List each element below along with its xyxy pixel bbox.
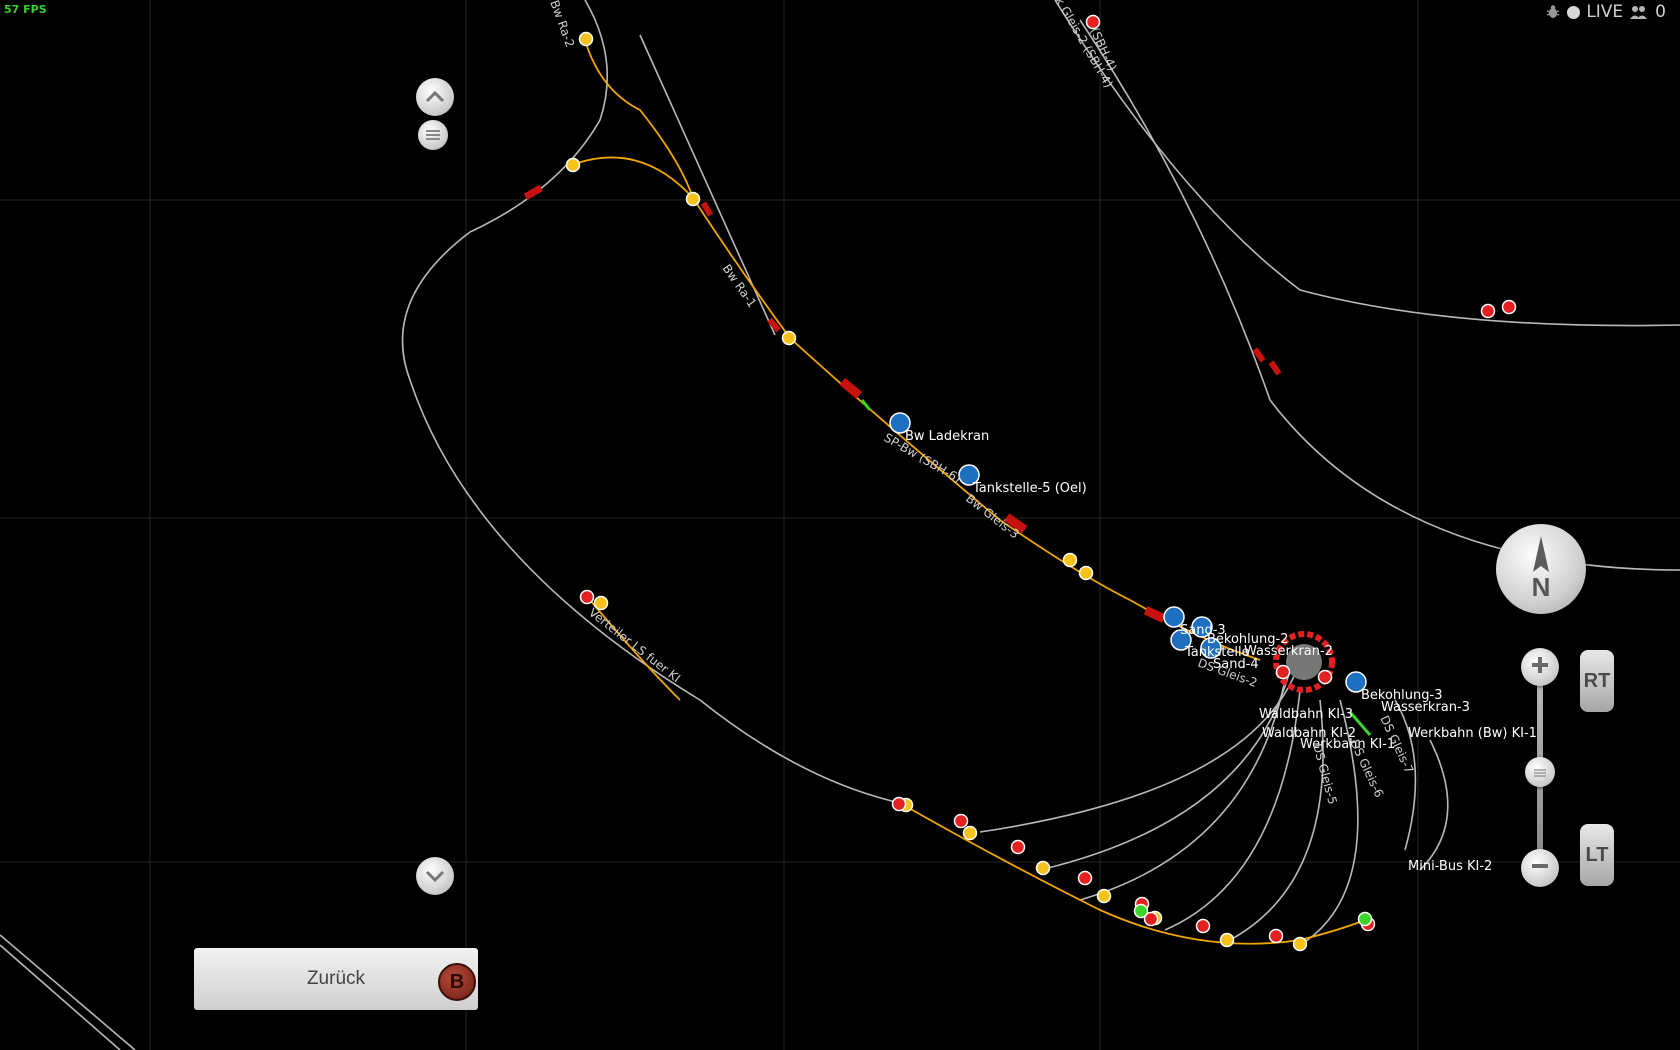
label-tankstelle-5: Tankstelle-5 (Oel) xyxy=(972,481,1087,496)
players-icon xyxy=(1629,4,1649,20)
tracks xyxy=(0,0,1680,1050)
compass[interactable]: N xyxy=(1496,524,1586,614)
green-signals[interactable] xyxy=(1133,903,1373,927)
live-status-bar: LIVE 0 xyxy=(1545,2,1666,22)
minus-icon xyxy=(1530,856,1550,880)
label-wasserkran-3: Wasserkran-3 xyxy=(1381,700,1470,715)
back-button[interactable]: Zurück B xyxy=(194,948,478,1010)
label-werkbahn-bw-ki1: Werkbahn (Bw) KI-1 xyxy=(1408,726,1537,741)
menu-button[interactable] xyxy=(418,120,448,150)
scroll-up-button[interactable] xyxy=(416,78,454,116)
yellow-signals[interactable] xyxy=(565,31,1308,952)
label-waldbahn-ki3: Waldbahn KI-3 xyxy=(1259,707,1353,722)
grip-icon xyxy=(1533,763,1547,782)
rt-trigger-button[interactable]: RT xyxy=(1580,650,1614,712)
player-count: 0 xyxy=(1655,2,1666,22)
map-grid xyxy=(0,0,1680,1050)
chevron-down-icon xyxy=(425,867,445,886)
scroll-down-button[interactable] xyxy=(416,857,454,895)
label-bw-ladekran: Bw Ladekran xyxy=(905,429,989,444)
green-track-2 xyxy=(860,399,872,411)
track-map[interactable]: Bw Ladekran Tankstelle-5 (Oel) Sand-3 Be… xyxy=(0,0,1680,1050)
trains xyxy=(523,184,1282,623)
compass-needle-icon xyxy=(1531,535,1551,576)
lt-trigger-button[interactable]: LT xyxy=(1580,824,1614,886)
plus-icon xyxy=(1530,655,1550,679)
zoom-slider-thumb[interactable] xyxy=(1525,757,1555,787)
zoom-in-button[interactable] xyxy=(1521,648,1559,686)
track-label-bw-ra-2: Bw Ra-2 xyxy=(547,0,577,49)
label-mini-bus-ki2: Mini-Bus KI-2 xyxy=(1408,859,1492,874)
live-dot-icon xyxy=(1567,5,1581,19)
menu-icon xyxy=(425,126,441,145)
bug-icon xyxy=(1545,4,1561,20)
fps-counter: 57 FPS xyxy=(4,3,47,16)
b-button-icon: B xyxy=(438,963,476,1001)
chevron-up-icon xyxy=(425,88,445,107)
map-labels: Bw Ladekran Tankstelle-5 (Oel) Sand-3 Be… xyxy=(905,429,1537,874)
track-label-verteiler: Verteiler LS fuer KI xyxy=(586,605,683,685)
back-button-label: Zurück xyxy=(306,968,366,989)
live-label: LIVE xyxy=(1586,2,1624,22)
active-tracks xyxy=(571,39,1366,945)
compass-north-label: N xyxy=(1531,571,1551,602)
zoom-out-button[interactable] xyxy=(1521,849,1559,887)
red-signals[interactable] xyxy=(579,14,1517,944)
